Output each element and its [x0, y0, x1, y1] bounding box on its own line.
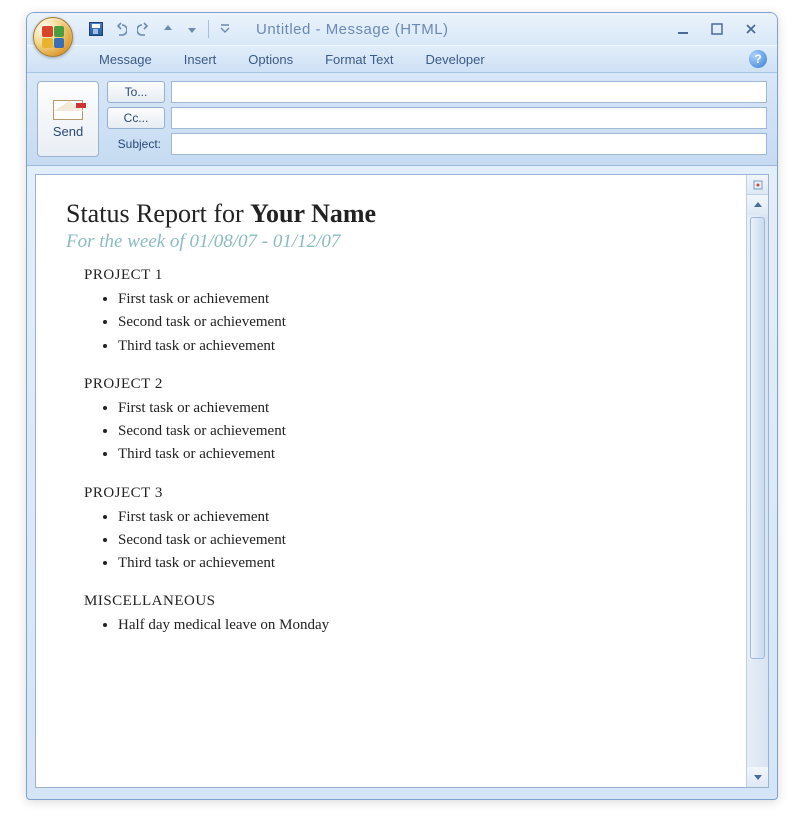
window-controls — [671, 20, 771, 38]
redo-button[interactable] — [133, 18, 155, 40]
send-label: Send — [53, 124, 83, 139]
scroll-options-button[interactable] — [747, 175, 768, 195]
section-heading: MISCELLANEOUS — [84, 593, 716, 610]
subject-label: Subject: — [107, 137, 165, 151]
tab-options[interactable]: Options — [232, 48, 309, 71]
close-button[interactable] — [739, 20, 763, 38]
title-name: Your Name — [250, 199, 376, 228]
chevron-down-icon — [220, 24, 230, 34]
task-item: First task or achievement — [118, 397, 716, 420]
send-button[interactable]: Send — [37, 81, 99, 157]
message-window: Untitled - Message (HTML) Message Insert… — [26, 12, 778, 800]
help-button[interactable]: ? — [749, 50, 767, 68]
cc-button[interactable]: Cc... — [107, 107, 165, 129]
titlebar: Untitled - Message (HTML) — [27, 13, 777, 45]
cc-input[interactable] — [171, 107, 767, 129]
title-prefix: Status Report for — [66, 199, 250, 228]
scroll-up-button[interactable] — [747, 195, 768, 215]
scroll-thumb[interactable] — [750, 217, 765, 659]
help-icon: ? — [754, 52, 761, 66]
section-heading: PROJECT 2 — [84, 376, 716, 393]
customize-qat-button[interactable] — [214, 18, 236, 40]
maximize-button[interactable] — [705, 20, 729, 38]
task-list: First task or achievementSecond task or … — [118, 506, 716, 576]
section-heading: PROJECT 1 — [84, 267, 716, 284]
close-icon — [745, 23, 757, 35]
to-input[interactable] — [171, 81, 767, 103]
maximize-icon — [711, 23, 723, 35]
save-button[interactable] — [85, 18, 107, 40]
task-item: Third task or achievement — [118, 335, 716, 358]
qat-separator — [208, 20, 209, 38]
envelope-icon — [53, 100, 83, 120]
task-list: First task or achievementSecond task or … — [118, 288, 716, 358]
task-list: First task or achievementSecond task or … — [118, 397, 716, 467]
tab-format-text[interactable]: Format Text — [309, 48, 409, 71]
down-arrow-icon — [186, 23, 198, 35]
to-button[interactable]: To... — [107, 81, 165, 103]
task-item: Half day medical leave on Monday — [118, 614, 716, 637]
save-icon — [89, 22, 103, 36]
next-item-button[interactable] — [181, 18, 203, 40]
window-title: Untitled - Message (HTML) — [256, 21, 449, 38]
vertical-scrollbar[interactable] — [746, 175, 768, 787]
message-body-container: Status Report for Your Name For the week… — [35, 174, 769, 788]
ribbon-tabs: Message Insert Options Format Text Devel… — [27, 45, 777, 73]
redo-icon — [137, 22, 151, 36]
quick-access-toolbar — [85, 13, 236, 45]
task-list: Half day medical leave on Monday — [118, 614, 716, 637]
task-item: Third task or achievement — [118, 552, 716, 575]
tab-message[interactable]: Message — [83, 48, 168, 71]
up-arrow-icon — [162, 23, 174, 35]
previous-item-button[interactable] — [157, 18, 179, 40]
minimize-button[interactable] — [671, 20, 695, 38]
document-subtitle: For the week of 01/08/07 - 01/12/07 — [66, 231, 716, 253]
compose-header: Send To... Cc... Subject: — [27, 73, 777, 166]
task-item: First task or achievement — [118, 288, 716, 311]
scroll-down-button[interactable] — [747, 767, 768, 787]
tab-developer[interactable]: Developer — [409, 48, 500, 71]
subject-row: Subject: — [107, 133, 767, 155]
undo-button[interactable] — [109, 18, 131, 40]
tab-insert[interactable]: Insert — [168, 48, 233, 71]
triangle-up-icon — [753, 200, 763, 210]
office-button[interactable] — [33, 17, 73, 57]
undo-icon — [113, 22, 127, 36]
scroll-track[interactable] — [747, 215, 768, 767]
subject-input[interactable] — [171, 133, 767, 155]
message-body[interactable]: Status Report for Your Name For the week… — [36, 175, 746, 787]
task-item: Second task or achievement — [118, 311, 716, 334]
cc-row: Cc... — [107, 107, 767, 129]
section-heading: PROJECT 3 — [84, 485, 716, 502]
minimize-icon — [677, 23, 689, 35]
task-item: Second task or achievement — [118, 529, 716, 552]
task-item: Second task or achievement — [118, 420, 716, 443]
triangle-down-icon — [753, 772, 763, 782]
task-item: Third task or achievement — [118, 443, 716, 466]
document-title: Status Report for Your Name — [66, 199, 716, 229]
scroll-options-icon — [752, 179, 764, 191]
header-fields: To... Cc... Subject: — [107, 81, 767, 157]
task-item: First task or achievement — [118, 506, 716, 529]
office-logo-icon — [42, 26, 64, 48]
document-sections: PROJECT 1First task or achievementSecond… — [66, 267, 716, 638]
to-row: To... — [107, 81, 767, 103]
